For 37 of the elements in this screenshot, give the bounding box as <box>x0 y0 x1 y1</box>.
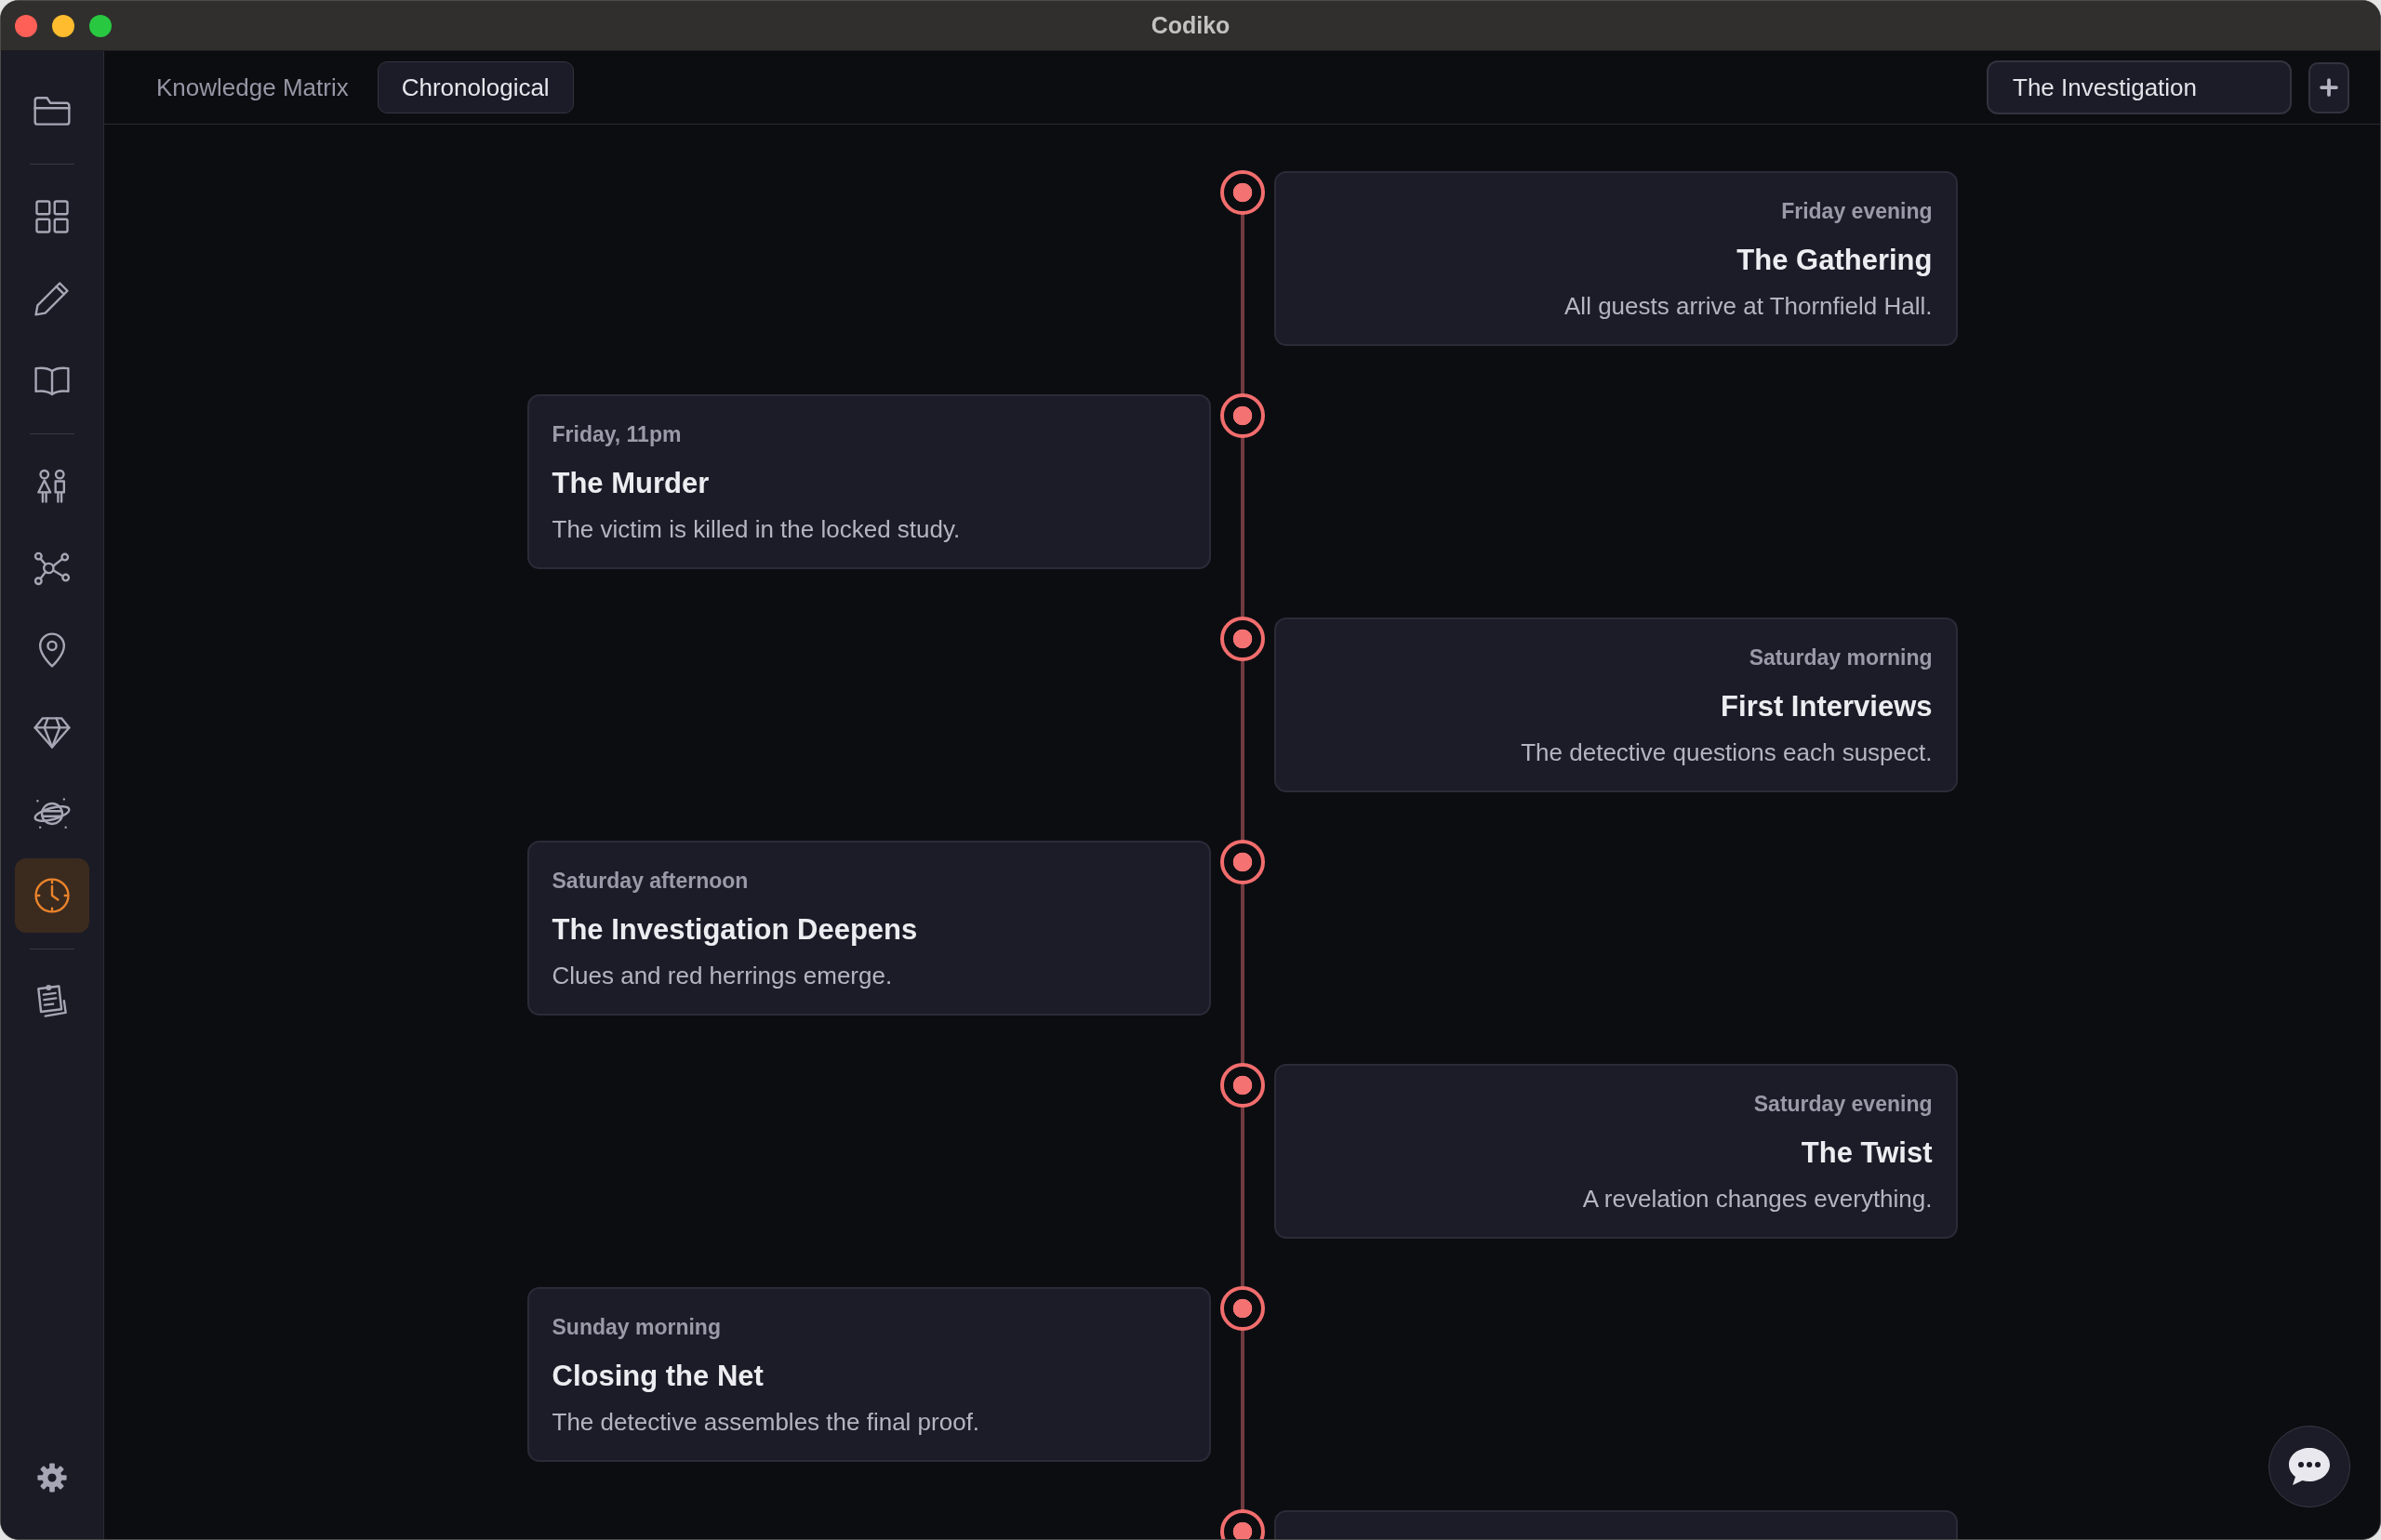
event-description: The detective assembles the final proof. <box>552 1407 980 1438</box>
event-title: The Gathering <box>1736 243 1933 278</box>
timeline-marker-icon <box>1219 393 1265 438</box>
event-description: A revelation changes everything. <box>1582 1184 1933 1215</box>
sidebar-button[interactable] <box>15 858 89 933</box>
timeline-marker-icon <box>1219 1063 1265 1108</box>
maximize-button[interactable] <box>89 14 112 37</box>
story-field[interactable]: The Investigation <box>1987 60 2292 114</box>
event-time: Saturday evening <box>1753 1091 1933 1118</box>
clock-icon <box>32 875 73 916</box>
timeline-marker-icon <box>1219 617 1265 661</box>
timeline-marker-icon <box>1219 170 1265 215</box>
event-description: All guests arrive at Thornfield Hall. <box>1564 291 1933 322</box>
event-time: Saturday afternoon <box>552 868 749 895</box>
plus-icon <box>2320 78 2338 97</box>
event-time: Sunday morning <box>552 1314 721 1341</box>
event-description: The victim is killed in the locked study. <box>552 514 961 545</box>
event-title: Closing the Net <box>552 1359 764 1394</box>
settings-icon <box>36 1462 68 1494</box>
add-button[interactable] <box>2308 61 2349 113</box>
event-description: Clues and red herrings emerge. <box>552 961 893 991</box>
minimize-button[interactable] <box>52 14 74 37</box>
event-title: The Investigation Deepens <box>552 912 918 948</box>
event-description: The detective questions each suspect. <box>1521 737 1933 768</box>
event-title: First Interviews <box>1721 689 1933 724</box>
chat-bubble-icon <box>2289 1448 2330 1485</box>
event-title: The Murder <box>552 466 710 501</box>
event-time: Friday, 11pm <box>552 421 682 448</box>
view-tab[interactable]: Knowledge Matrix <box>132 61 373 113</box>
event-title: The Twist <box>1801 1135 1933 1171</box>
timeline-marker-icon <box>1219 840 1265 884</box>
event-time: Saturday morning <box>1749 644 1933 671</box>
event-time: Friday evening <box>1781 198 1933 225</box>
close-button[interactable] <box>15 14 37 37</box>
timeline-marker-icon <box>1219 1286 1265 1331</box>
window-title: Codiko <box>1151 12 1230 39</box>
view-tab[interactable]: Chronological <box>377 61 574 113</box>
